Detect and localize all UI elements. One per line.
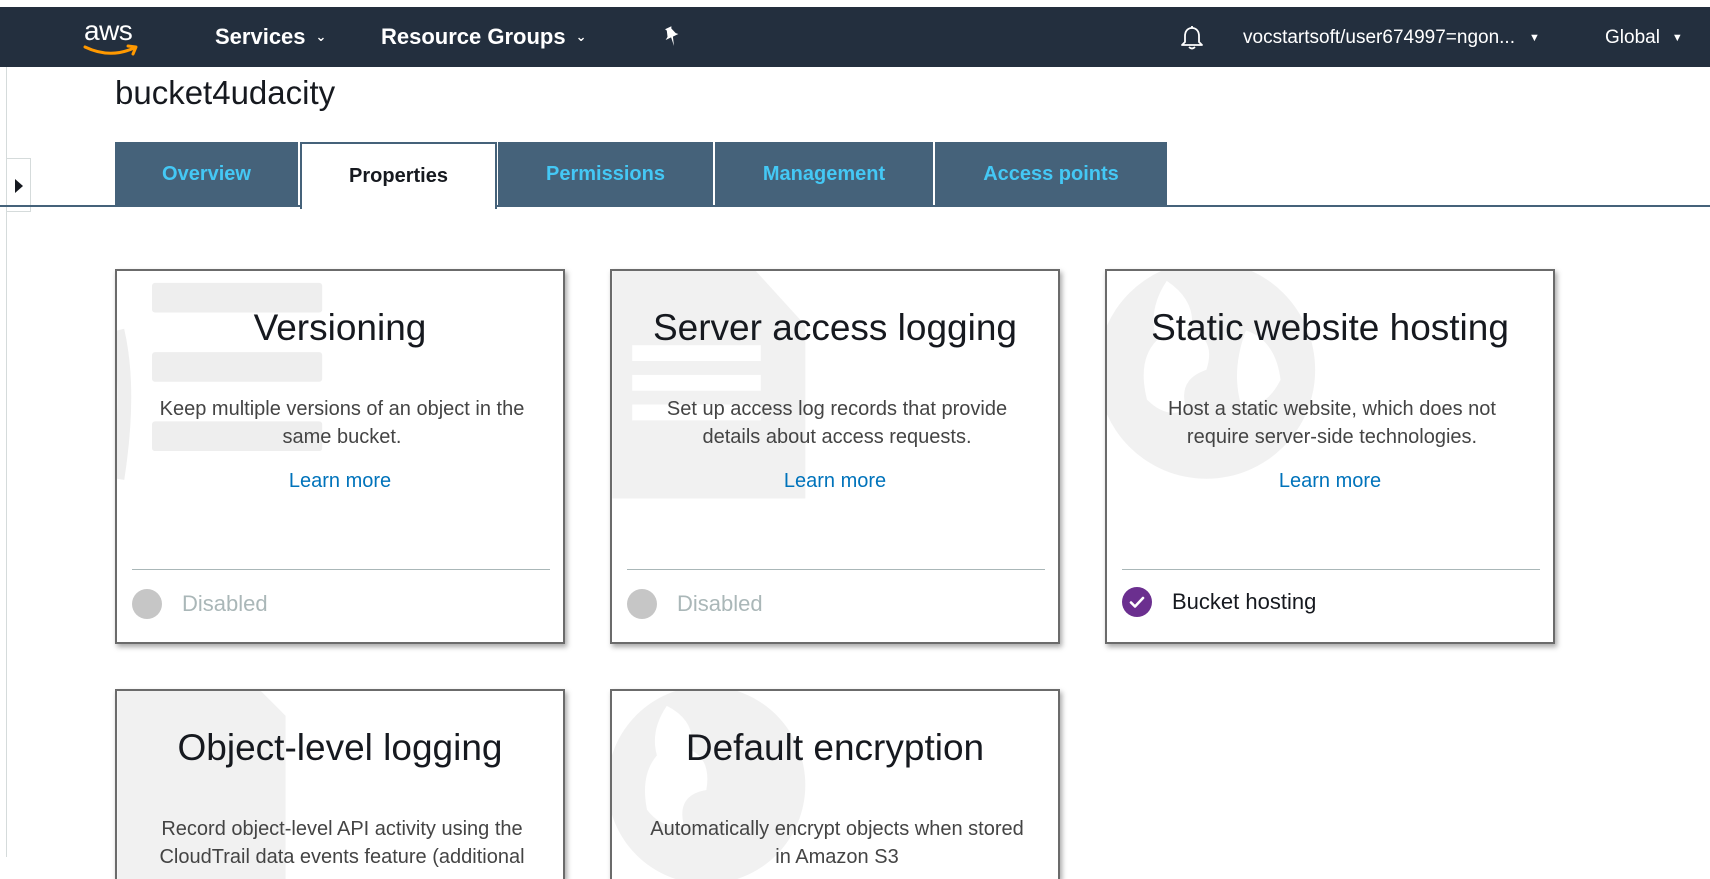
chevron-down-icon: ⌄ [315, 29, 327, 44]
card-title: Versioning [253, 307, 427, 348]
bell-icon[interactable] [1178, 24, 1206, 52]
sidebar-expand-toggle[interactable] [7, 158, 31, 212]
card-description: Automatically encrypt objects when store… [650, 818, 1024, 868]
card-title: Static website hosting [1151, 307, 1509, 348]
server-access-logging-card[interactable]: Server access logging Set up access log … [610, 269, 1060, 644]
status-row: Disabled [132, 589, 268, 619]
card-description: Set up access log records that provide d… [666, 398, 1008, 448]
resource-groups-menu[interactable]: Resource Groups ⌄ [381, 24, 587, 50]
caret-right-icon [15, 179, 23, 193]
status-label: Bucket hosting [1172, 589, 1317, 614]
card-title: Server access logging [652, 307, 1018, 348]
account-menu[interactable]: vocstartsoft/user674997=ngon... ▼ [1243, 27, 1540, 49]
status-row: Disabled [627, 589, 763, 619]
page-title: bucket4udacity [115, 74, 336, 111]
region-label: Global [1605, 27, 1660, 48]
account-label: vocstartsoft/user674997=ngon... [1243, 27, 1515, 48]
pin-icon[interactable] [660, 25, 684, 49]
card-description: Record object-level API activity using t… [159, 818, 525, 868]
aws-logo[interactable]: aws [80, 15, 146, 59]
divider [627, 569, 1045, 570]
status-disabled-icon [132, 589, 162, 619]
services-label: Services [215, 24, 306, 49]
static-website-hosting-card[interactable]: Static website hosting Host a static web… [1105, 269, 1555, 644]
top-strip [0, 0, 1710, 7]
status-label: Disabled [677, 591, 763, 616]
enabled-checkmark-icon [1122, 587, 1152, 617]
learn-more-link[interactable]: Learn more [289, 470, 391, 492]
card-title: Default encryption [685, 727, 985, 768]
status-label: Disabled [182, 591, 268, 616]
chevron-down-icon: ⌄ [575, 29, 587, 44]
object-level-logging-card[interactable]: Object-level logging Record object-level… [115, 689, 565, 879]
divider [1122, 569, 1540, 570]
region-menu[interactable]: Global ▼ [1605, 27, 1683, 49]
tab-permissions[interactable]: Permissions [498, 142, 713, 207]
card-title: Object-level logging [177, 727, 503, 768]
divider [132, 569, 550, 570]
status-row: Bucket hosting [1122, 587, 1316, 617]
tab-access-points[interactable]: Access points [935, 142, 1167, 207]
card-description: Keep multiple versions of an object in t… [159, 398, 525, 448]
aws-smile-icon [83, 44, 138, 56]
card-description: Host a static website, which does not re… [1168, 398, 1496, 448]
tab-properties[interactable]: Properties [300, 142, 497, 209]
versioning-card[interactable]: Versioning Keep multiple versions of an … [115, 269, 565, 644]
caret-down-icon: ▼ [1671, 32, 1683, 44]
default-encryption-card[interactable]: Default encryption Automatically encrypt… [610, 689, 1060, 879]
status-disabled-icon [627, 589, 657, 619]
tab-overview[interactable]: Overview [115, 142, 298, 207]
learn-more-link[interactable]: Learn more [784, 470, 886, 492]
caret-down-icon: ▼ [1528, 32, 1540, 44]
learn-more-link[interactable]: Learn more [1279, 470, 1381, 492]
tab-management[interactable]: Management [715, 142, 933, 207]
services-menu[interactable]: Services ⌄ [215, 24, 326, 50]
top-navbar: aws Services ⌄ Resource Groups ⌄ vocstar… [0, 7, 1710, 67]
resource-groups-label: Resource Groups [381, 24, 566, 49]
